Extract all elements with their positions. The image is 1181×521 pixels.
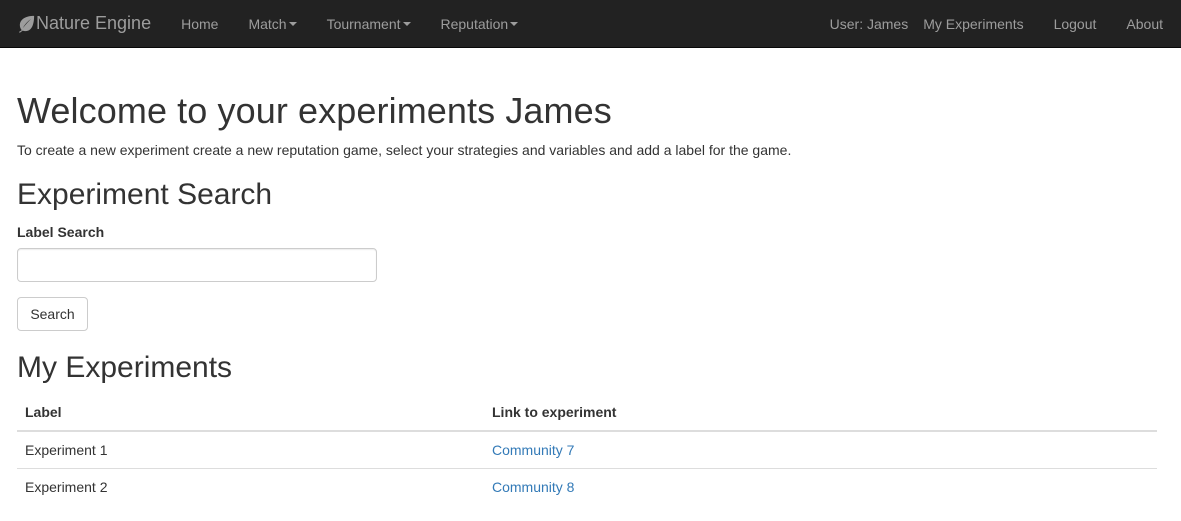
table-header-row: Label Link to experiment: [17, 393, 1157, 432]
my-experiments-heading: My Experiments: [17, 351, 233, 384]
nav-about[interactable]: About: [1111, 0, 1181, 48]
experiment-link-cell: Community 7: [484, 430, 1157, 469]
experiments-table: Label Link to experiment Experiment 1 Co…: [17, 393, 1157, 505]
nav-logout[interactable]: Logout: [1039, 0, 1112, 48]
caret-down-icon: [402, 22, 411, 26]
table-row: Experiment 1 Community 7: [17, 430, 1157, 469]
nav-right: User: James My Experiments Logout About: [815, 0, 1181, 48]
label-search-label: Label Search: [17, 224, 105, 240]
brand-name: Nature Engine: [36, 13, 152, 33]
nav-reputation-label: Reputation: [440, 15, 509, 32]
top-navbar: Nature Engine Home Match Tournament Repu…: [0, 0, 1181, 48]
experiment-link[interactable]: Community 8: [492, 479, 574, 495]
caret-down-icon: [510, 22, 519, 26]
leaf-icon: [18, 15, 35, 33]
nav-home[interactable]: Home: [166, 0, 233, 48]
table-row: Experiment 2 Community 8: [17, 468, 1157, 505]
page-title: Welcome to your experiments James: [17, 90, 612, 131]
intro-text: To create a new experiment create a new …: [17, 142, 792, 158]
nav-home-label: Home: [181, 15, 219, 32]
nav-left: Home Match Tournament Reputation: [166, 0, 533, 48]
experiment-label: Experiment 2: [17, 468, 484, 505]
nav-match-label: Match: [248, 15, 287, 32]
experiment-label: Experiment 1: [17, 430, 484, 469]
column-header-link: Link to experiment: [484, 393, 1157, 432]
experiment-link[interactable]: Community 7: [492, 442, 574, 458]
nav-user[interactable]: User: James: [815, 0, 916, 48]
nav-tournament-dropdown[interactable]: Tournament: [312, 0, 426, 48]
search-button[interactable]: Search: [17, 297, 88, 331]
nav-tournament-label: Tournament: [326, 15, 401, 32]
label-search-input[interactable]: [17, 248, 377, 282]
experiment-link-cell: Community 8: [484, 468, 1157, 505]
brand-link[interactable]: Nature Engine: [0, 0, 166, 48]
nav-my-experiments[interactable]: My Experiments: [915, 0, 1038, 48]
nav-reputation-dropdown[interactable]: Reputation: [426, 0, 534, 48]
column-header-label: Label: [17, 393, 484, 432]
caret-down-icon: [288, 22, 297, 26]
experiment-search-heading: Experiment Search: [17, 178, 273, 211]
nav-match-dropdown[interactable]: Match: [233, 0, 311, 48]
